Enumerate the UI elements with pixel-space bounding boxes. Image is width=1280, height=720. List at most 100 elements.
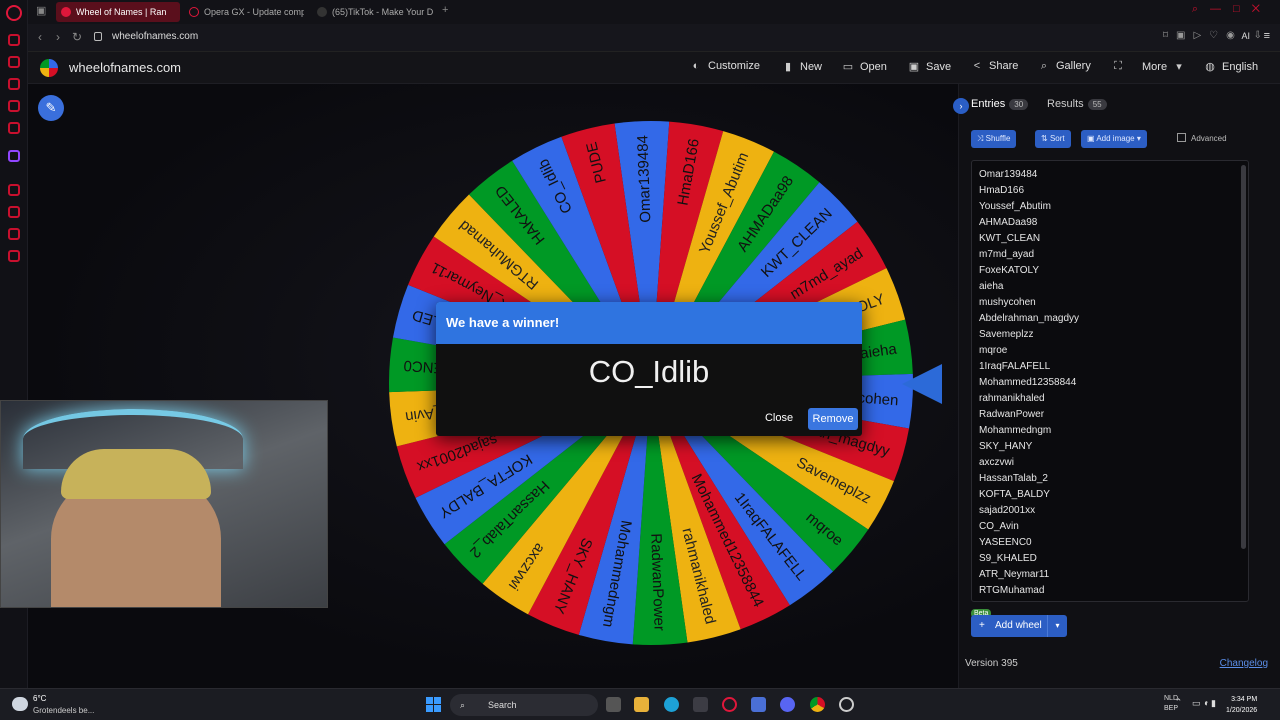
entry-item: Abdelrahman_magdyy [979, 313, 1080, 324]
reload-icon[interactable]: ↻ [72, 30, 82, 44]
twitch-icon[interactable] [8, 150, 20, 162]
tab-results[interactable]: Results 55 [1047, 98, 1107, 110]
plus-icon: + [979, 620, 985, 631]
edit-pencil-icon[interactable]: ✎ [38, 95, 64, 121]
results-count-badge: 55 [1087, 99, 1107, 110]
changelog-link[interactable]: Changelog [1220, 658, 1268, 669]
entries-list: Omar139484 HmaD166 Youssef_Abutim AHMADaa98… [972, 161, 1248, 599]
opera-gx-logo-icon[interactable] [6, 5, 22, 21]
entry-item: YASEENC0 [979, 537, 1032, 548]
tray-status-icons[interactable]: ▭ ◖ ▮ [1192, 698, 1216, 709]
entry-item: Savemeplzz [979, 329, 1034, 340]
open-button[interactable]: ▭ Open [842, 60, 887, 73]
entry-item: Omar139484 [979, 169, 1038, 180]
chrome-icon[interactable] [810, 697, 825, 712]
window-controls[interactable]: ⌕—□✕ [1192, 3, 1272, 16]
language-button[interactable]: ◍ English [1204, 60, 1258, 73]
new-tab-button[interactable]: + [442, 4, 448, 16]
new-button[interactable]: ▮ New [782, 60, 822, 73]
save-label: Save [926, 61, 952, 73]
forward-icon[interactable]: › [56, 30, 60, 44]
weather-cloud-icon[interactable] [12, 697, 28, 711]
tab-opera-gx-update[interactable]: Opera GX - Update comp [184, 2, 304, 22]
save-button[interactable]: ▣ Save [908, 60, 951, 73]
gx-instagram-icon[interactable] [8, 122, 20, 134]
tab-wheel-of-names[interactable]: Wheel of Names | Ran [56, 2, 180, 22]
menu-icon[interactable]: ≡ [1264, 30, 1270, 42]
back-icon[interactable]: ‹ [38, 30, 42, 44]
app-icon[interactable] [839, 697, 854, 712]
search-icon: ⌕ [460, 700, 466, 710]
shuffle-label: Shuffle [985, 134, 1011, 143]
add-wheel-button[interactable]: + Add wheel ▾ [971, 615, 1067, 637]
entry-item: ATR_Neymar11 [979, 569, 1050, 580]
taskbar-clock[interactable]: 3:34 PM 1/20/2026 [1226, 694, 1257, 716]
collapse-panel-icon[interactable]: › [953, 98, 969, 114]
advanced-checkbox[interactable]: Advanced [1177, 133, 1227, 143]
chevron-down-icon[interactable]: ▾ [1047, 615, 1067, 637]
entry-item: HmaD166 [979, 185, 1025, 196]
wheel-pointer-icon [902, 364, 942, 404]
url-field[interactable]: wheelofnames.com [112, 31, 198, 42]
task-view-icon[interactable] [606, 697, 621, 712]
weather-description: Grotendeels be... [33, 706, 95, 715]
more-button[interactable]: More ▾ [1142, 60, 1191, 73]
gx-control-icon[interactable] [8, 34, 20, 46]
entry-item: SKY_HANY [979, 441, 1033, 452]
entry-item: mqroe [979, 345, 1008, 356]
sort-button[interactable]: ⇅ Sort [1035, 130, 1071, 148]
entries-textarea[interactable]: Omar139484 HmaD166 Youssef_Abutim AHMADaa98… [971, 160, 1249, 602]
tab-label: (65)TikTok - Make Your D [332, 7, 434, 17]
weather-temp: 6°C [33, 694, 47, 703]
gx-pin-icon[interactable] [8, 228, 20, 240]
tab-entries[interactable]: Entries 30 [971, 98, 1029, 110]
dialog-header: We have a winner! [436, 302, 862, 344]
entry-item: S9_KHALED [979, 553, 1037, 564]
opera-gx-icon[interactable] [722, 697, 737, 712]
tab-tiktok[interactable]: (65)TikTok - Make Your D [312, 2, 436, 22]
customize-button[interactable]: ◐ Customize [690, 60, 760, 72]
address-bar-icons[interactable]: ⌑▣▷♡◉ ⇩ [1163, 30, 1270, 41]
gx-cleaner-icon[interactable] [8, 56, 20, 68]
share-button[interactable]: < Share [971, 60, 1019, 72]
gallery-button[interactable]: ⌕ Gallery [1038, 60, 1091, 73]
add-image-label: Add image [1096, 134, 1135, 143]
wheel-logo-icon[interactable] [40, 59, 58, 77]
site-title[interactable]: wheelofnames.com [69, 60, 181, 75]
edge-icon[interactable] [664, 697, 679, 712]
shuffle-button[interactable]: ⤨ Shuffle [971, 130, 1017, 148]
entry-item: m7md_ayad [979, 249, 1035, 260]
palette-icon: ◐ [692, 60, 700, 72]
fullscreen-button[interactable]: ⛶ [1112, 60, 1130, 73]
windows-taskbar: 6°C Grotendeels be... ⌕ Search ⌃ ◦ NLD BE… [0, 688, 1280, 720]
file-explorer-icon[interactable] [634, 697, 649, 712]
language-indicator[interactable]: NLD BEP [1164, 694, 1178, 714]
taskbar-search[interactable]: ⌕ Search [450, 694, 598, 716]
lang-bottom: BEP [1164, 705, 1179, 712]
gx-messenger-icon[interactable] [8, 100, 20, 112]
entries-count-badge: 30 [1009, 99, 1029, 110]
search-placeholder: Search [488, 700, 517, 710]
discord-icon[interactable] [780, 697, 795, 712]
tab-label: Opera GX - Update comp [204, 7, 304, 17]
checkbox-icon [1177, 133, 1186, 142]
app-icon[interactable] [751, 697, 766, 712]
gx-clock-icon[interactable] [8, 206, 20, 218]
entries-scrollbar[interactable] [1241, 165, 1246, 549]
windows-start-icon[interactable] [426, 697, 441, 712]
close-button[interactable]: Close [758, 408, 800, 428]
entry-item: FoxeKATOLY [979, 265, 1040, 276]
ai-button[interactable]: AI [1241, 31, 1250, 41]
add-image-button[interactable]: ▣ Add image ▾ [1081, 130, 1147, 148]
gx-settings-icon[interactable] [8, 250, 20, 262]
version-label: Version 395 [965, 658, 1018, 669]
gx-history-icon[interactable] [8, 184, 20, 196]
remove-button[interactable]: Remove [808, 408, 858, 430]
advanced-label: Advanced [1191, 134, 1227, 143]
store-icon[interactable] [693, 697, 708, 712]
screen: ▣ Wheel of Names | Ran Opera GX - Update… [0, 0, 1280, 720]
gx-player-icon[interactable] [8, 78, 20, 90]
open-label: Open [860, 61, 887, 73]
workspaces-icon[interactable]: ▣ [36, 4, 46, 17]
add-wheel-label: Add wheel [995, 620, 1042, 631]
